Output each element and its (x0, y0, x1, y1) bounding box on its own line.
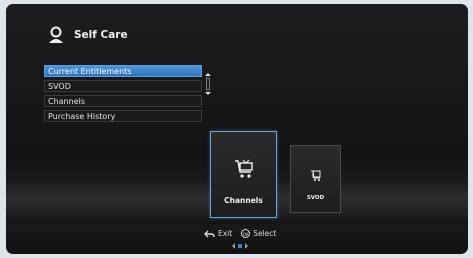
menu-scrollbar[interactable] (205, 73, 211, 95)
select-label: Select (253, 229, 277, 238)
back-arrow-icon (204, 230, 215, 237)
tv-screen: Self Care Current Entitlements SVOD Chan… (6, 4, 468, 254)
tv-cart-icon (234, 159, 253, 178)
svod-card-label: SVOD (306, 195, 325, 201)
channels-card[interactable]: Channels (210, 131, 277, 218)
footer-hints: Exit OK Select (204, 229, 276, 238)
pager-indicator (232, 243, 248, 249)
channels-card-label: Channels (224, 196, 263, 205)
svod-card[interactable]: SVOD (290, 145, 341, 213)
ok-button-icon: OK (241, 229, 251, 238)
menu-item-channels[interactable]: Channels (44, 95, 202, 107)
exit-label: Exit (218, 229, 233, 238)
page-title: Self Care (74, 29, 128, 41)
menu-item-purchase-history[interactable]: Purchase History (44, 110, 202, 122)
page-header: Self Care (48, 26, 128, 44)
film-cart-icon (310, 170, 320, 181)
self-care-menu: Current Entitlements SVOD Channels Purch… (44, 65, 202, 125)
menu-item-svod[interactable]: SVOD (44, 80, 202, 92)
user-icon (49, 26, 63, 43)
menu-item-current-entitlements[interactable]: Current Entitlements (44, 65, 202, 77)
